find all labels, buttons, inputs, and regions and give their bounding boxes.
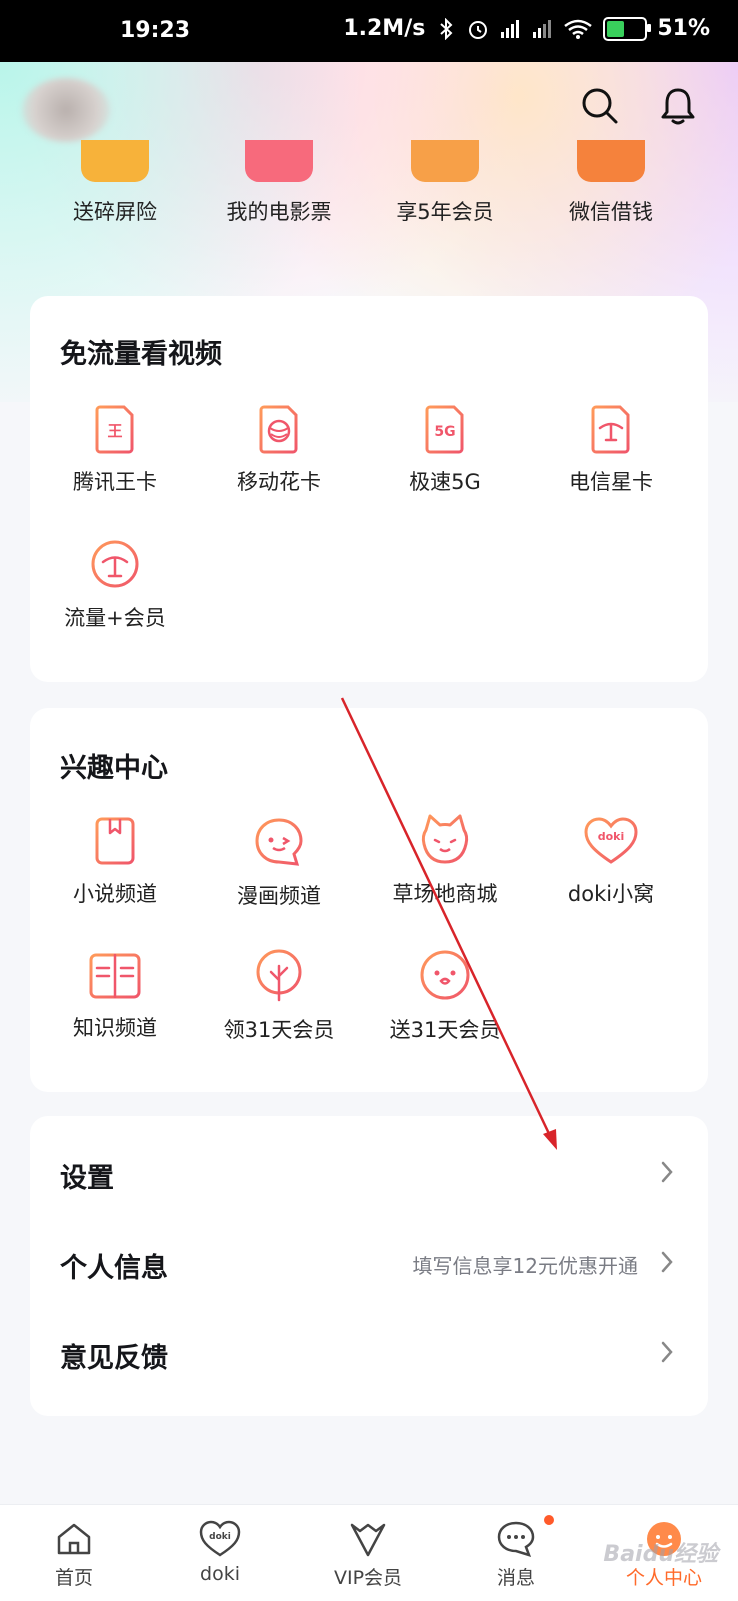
sim-card-king-icon: 王 [95,405,134,454]
interest-label: 知识频道 [73,1016,157,1040]
quick-action-label: 送碎屏险 [73,200,157,224]
free-data-card: 免流量看视频 王 腾讯王卡 移动花卡 5G 极速5G 电信星卡 流量+会员 [30,296,708,682]
chevron-right-icon [661,1251,673,1273]
settings-row-settings[interactable]: 设置 [30,1130,708,1218]
status-time: 19:23 [120,18,191,43]
tab-label: doki [200,1563,240,1585]
tree-icon [256,949,302,1002]
screen-insurance-icon [81,140,149,182]
battery-fill [607,20,625,37]
interest-item-give-31-days[interactable]: 送31天会员 [360,948,530,1044]
quick-action-label: 我的电影票 [226,200,332,224]
signal-icon [501,19,520,38]
home-icon [57,1523,91,1555]
interest-label: 小说频道 [73,882,157,906]
interest-center-title: 兴趣中心 [60,753,168,784]
quick-actions: 送碎屏险 我的电影票 享5年会员 微信借钱 [30,140,706,240]
svg-text:doki: doki [209,1532,231,1542]
free-data-label: 极速5G [409,470,481,494]
comic-face-icon [255,818,303,866]
free-data-label: 腾讯王卡 [73,470,157,494]
free-data-item-5g[interactable]: 5G 极速5G [360,404,530,496]
settings-row-feedback[interactable]: 意见反馈 [30,1310,708,1398]
avatar[interactable] [22,78,110,142]
quick-action-label: 微信借钱 [569,200,653,224]
vip-crown-icon [350,1523,386,1557]
settings-row-personal-info[interactable]: 个人信息 填写信息享12元优惠开通 [30,1220,708,1308]
sim-card-5g-icon: 5G [425,405,464,454]
chevron-right-icon [661,1341,673,1363]
alarm-icon [469,20,488,39]
interest-item-knowledge[interactable]: 知识频道 [30,952,200,1042]
free-data-label: 电信星卡 [569,470,653,494]
interest-item-mall[interactable]: 草场地商城 [360,812,530,908]
free-data-title: 免流量看视频 [60,339,222,370]
movie-ticket-icon [245,140,313,182]
sim-card-telecom-icon [591,405,630,454]
free-data-item-data-plus-vip[interactable]: 流量+会员 [30,538,200,632]
svg-text:王: 王 [107,422,122,440]
search-icon[interactable] [578,84,622,128]
interest-label: 草场地商城 [392,882,498,906]
interest-label: 漫画频道 [237,884,321,908]
battery-percent: 51% [657,16,710,41]
tab-label: 首页 [54,1567,93,1589]
cat-face-icon [421,814,469,864]
svg-text:doki: doki [598,830,625,843]
quick-action-label: 享5年会员 [396,200,494,224]
interest-item-doki[interactable]: doki doki小窝 [526,816,696,908]
interest-item-novel[interactable]: 小说频道 [30,816,200,908]
tab-doki[interactable]: doki doki [160,1519,280,1585]
message-bubble-icon [497,1521,535,1557]
interest-item-get-31-days[interactable]: 领31天会员 [194,948,364,1044]
free-data-label: 移动花卡 [237,470,321,494]
free-data-item-king-card[interactable]: 王 腾讯王卡 [30,404,200,496]
membership-gift-icon [411,140,479,182]
unread-dot [544,1515,554,1525]
tab-label: VIP会员 [333,1567,403,1589]
row-label: 个人信息 [60,1253,168,1284]
bluetooth-icon [440,17,453,40]
tab-home[interactable]: 首页 [14,1519,134,1590]
book-icon [95,817,135,865]
status-icons: 1.2M/s 51% [343,16,710,41]
watermark: Baidu经验 [603,1542,718,1567]
wifi-icon [564,19,593,39]
row-label: 意见反馈 [60,1343,168,1374]
tab-messages[interactable]: 消息 [456,1519,576,1590]
interest-label: 送31天会员 [389,1018,501,1042]
wechat-loan-icon [577,140,645,182]
quick-action-movie-tickets[interactable]: 我的电影票 [194,140,364,226]
quick-action-5yr-membership[interactable]: 享5年会员 [360,140,530,226]
doki-heart-icon: doki [199,1520,241,1557]
tab-label: 消息 [496,1567,535,1589]
chevron-right-icon [661,1161,673,1183]
network-speed: 1.2M/s [343,16,426,41]
interest-center-card: 兴趣中心 小说频道 漫画频道 草场地商城 doki doki小窝 知识频道 领3… [30,708,708,1092]
interest-label: doki小窝 [567,882,655,906]
bell-icon[interactable] [656,84,700,128]
status-bar: 19:23 1.2M/s 51% [0,0,738,62]
row-label: 设置 [60,1163,114,1194]
free-data-item-mobile-card[interactable]: 移动花卡 [194,404,364,496]
free-data-item-telecom-card[interactable]: 电信星卡 [526,404,696,496]
tab-vip[interactable]: VIP会员 [308,1519,428,1590]
free-data-label: 流量+会员 [64,606,166,630]
interest-label: 领31天会员 [223,1018,335,1042]
doki-heart-icon: doki [584,817,638,864]
sim-card-mobile-icon [259,405,298,454]
battery-icon [603,16,652,41]
open-book-icon [89,953,141,999]
quick-action-screen-insurance[interactable]: 送碎屏险 [30,140,200,226]
quick-action-wechat-loan[interactable]: 微信借钱 [526,140,696,226]
svg-text:5G: 5G [434,424,455,440]
tab-label: 个人中心 [625,1567,702,1589]
row-hint: 填写信息享12元优惠开通 [412,1254,638,1278]
telecom-circle-icon [91,540,139,588]
settings-card: 设置 个人信息 填写信息享12元优惠开通 意见反馈 [30,1116,708,1416]
interest-item-comic[interactable]: 漫画频道 [194,816,364,910]
signal-icon-2 [533,19,552,38]
ghost-face-icon [420,950,470,1000]
